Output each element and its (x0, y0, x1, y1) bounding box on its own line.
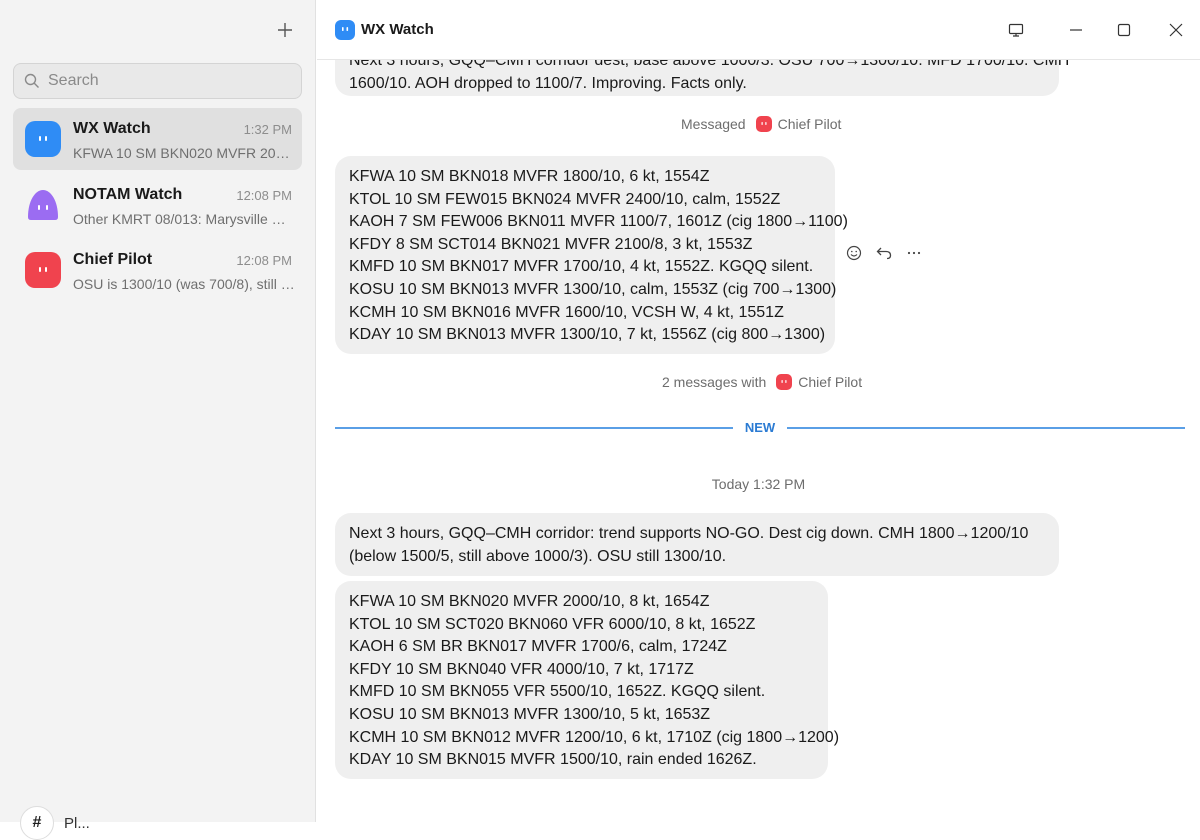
emoji-react-button[interactable] (845, 244, 863, 262)
message-line: KDAY 10 SM BKN015 MVFR 1500/10, rain end… (349, 751, 757, 769)
reply-button[interactable] (875, 244, 893, 262)
message-line: KMFD 10 SM BKN017 MVFR 1700/10, 4 kt, 15… (349, 258, 814, 276)
message-line: Next 3 hours, GQQ–CMH corridor dest, bas… (349, 60, 1070, 69)
new-chat-button[interactable] (272, 17, 298, 43)
new-label: NEW (744, 420, 776, 435)
search-input[interactable] (46, 71, 290, 91)
date-separator: Today 1:32 PM (711, 476, 806, 492)
desktop-button[interactable] (1004, 18, 1028, 42)
divider-line (787, 427, 1185, 429)
more-button[interactable] (905, 244, 923, 262)
chat-preview: OSU is 1300/10 (was 700/8), still margin… (73, 276, 295, 292)
hash-icon: # (20, 806, 54, 840)
system-note: 2 messages with Chief Pilot (662, 374, 862, 390)
message-line: KAOH 7 SM FEW006 BKN011 MVFR 1100/7, 160… (349, 213, 848, 231)
chat-item-wx-watch[interactable]: WX Watch 1:32 PM KFWA 10 SM BKN020 MVFR … (13, 108, 302, 170)
chat-time: 1:32 PM (243, 122, 292, 137)
search-box[interactable] (13, 63, 302, 99)
message-line: Next 3 hours, GQQ–CMH corridor: trend su… (349, 525, 1029, 542)
note-text: 2 messages with (662, 374, 767, 390)
chat-name: WX Watch (73, 120, 151, 137)
maximize-icon (1117, 23, 1131, 37)
chat-name: Chief Pilot (73, 251, 153, 268)
message-line: (below 1500/5, still above 1000/3). OSU … (349, 547, 727, 565)
message-line: KOSU 10 SM BKN013 MVFR 1300/10, 5 kt, 16… (349, 705, 711, 723)
more-icon (907, 251, 921, 255)
message-line: KFWA 10 SM BKN018 MVFR 1800/10, 6 kt, 15… (349, 168, 710, 185)
avatar (25, 121, 61, 157)
message-line: KFDY 8 SM SCT014 BKN021 MVFR 2100/8, 3 k… (349, 235, 753, 253)
chat-name: NOTAM Watch (73, 186, 183, 203)
avatar (25, 187, 61, 223)
chat-item-notam-watch[interactable]: NOTAM Watch 12:08 PM Other KMRT 08/013: … (13, 174, 302, 236)
chat-avatar-small (335, 20, 355, 40)
message-line: KTOL 10 SM FEW015 BKN024 MVFR 2400/10, c… (349, 190, 781, 208)
ghost-avatar-icon (28, 190, 58, 220)
message-line: KDAY 10 SM BKN013 MVFR 1300/10, 7 kt, 15… (349, 326, 826, 344)
chat-time: 12:08 PM (236, 188, 292, 203)
bot-face-icon (342, 27, 349, 31)
chat-preview: KFWA 10 SM BKN020 MVFR 2000/10, 8 kt, 16… (73, 145, 295, 161)
message-bubble: KFWA 10 SM BKN020 MVFR 2000/10, 8 kt, 16… (335, 581, 840, 779)
message-actions (845, 244, 923, 262)
system-note: Messaged Chief Pilot (681, 116, 841, 132)
reply-icon (876, 247, 892, 260)
note-name-link[interactable]: Chief Pilot (778, 116, 842, 132)
chief-pilot-avatar-icon (755, 116, 772, 132)
title-bar: WX Watch (317, 0, 1200, 60)
plus-icon (278, 23, 292, 37)
chat-preview: Other KMRT 08/013: Marysville RWY (73, 211, 295, 227)
message-bubble: Next 3 hours, GQQ–CMH corridor dest, bas… (335, 60, 1070, 96)
workspace-name: Pl... (64, 814, 90, 832)
message-line: 1600/10. AOH dropped to 1100/7. Improvin… (349, 74, 747, 92)
new-messages-divider: NEW (335, 420, 1185, 435)
minimize-icon (1070, 29, 1082, 31)
message-line: KFWA 10 SM BKN020 MVFR 2000/10, 8 kt, 16… (349, 593, 710, 610)
message-line: KTOL 10 SM SCT020 BKN060 VFR 6000/10, 8 … (349, 615, 756, 633)
message-line: KCMH 10 SM BKN012 MVFR 1200/10, 6 kt, 17… (349, 728, 840, 746)
sidebar: WX Watch 1:32 PM KFWA 10 SM BKN020 MVFR … (0, 0, 316, 840)
message-bubble: KFWA 10 SM BKN018 MVFR 1800/10, 6 kt, 15… (335, 156, 848, 354)
message-line: KOSU 10 SM BKN013 MVFR 1300/10, calm, 15… (349, 280, 837, 298)
message-list[interactable]: Next 3 hours, GQQ–CMH corridor dest, bas… (317, 60, 1200, 822)
note-text: Messaged (681, 116, 746, 132)
emoji-icon (846, 245, 862, 261)
workspace-button[interactable]: # Pl... (20, 806, 90, 840)
minimize-button[interactable] (1064, 18, 1088, 42)
chat-time: 12:08 PM (236, 253, 292, 268)
message-line: KCMH 10 SM BKN016 MVFR 1600/10, VCSH W, … (349, 303, 784, 321)
chat-item-chief-pilot[interactable]: Chief Pilot 12:08 PM OSU is 1300/10 (was… (13, 239, 302, 301)
chief-pilot-avatar-icon (776, 374, 793, 390)
close-button[interactable] (1164, 18, 1188, 42)
message-bubble: Next 3 hours, GQQ–CMH corridor: trend su… (335, 513, 1059, 576)
message-line: KMFD 10 SM BKN055 VFR 5500/10, 1652Z. KG… (349, 683, 766, 701)
close-icon (1169, 23, 1183, 37)
message-line: KFDY 10 SM BKN040 VFR 4000/10, 7 kt, 171… (349, 660, 694, 678)
note-name-link[interactable]: Chief Pilot (798, 374, 862, 390)
bot-face-icon (39, 267, 47, 272)
desktop-icon (1008, 23, 1024, 37)
maximize-button[interactable] (1112, 18, 1136, 42)
chat-title: WX Watch (361, 21, 434, 38)
search-icon (24, 73, 39, 88)
bot-face-icon (39, 136, 47, 141)
avatar (25, 252, 61, 288)
message-line: KAOH 6 SM BR BKN017 MVFR 1700/6, calm, 1… (349, 638, 727, 656)
divider-line (335, 427, 733, 429)
